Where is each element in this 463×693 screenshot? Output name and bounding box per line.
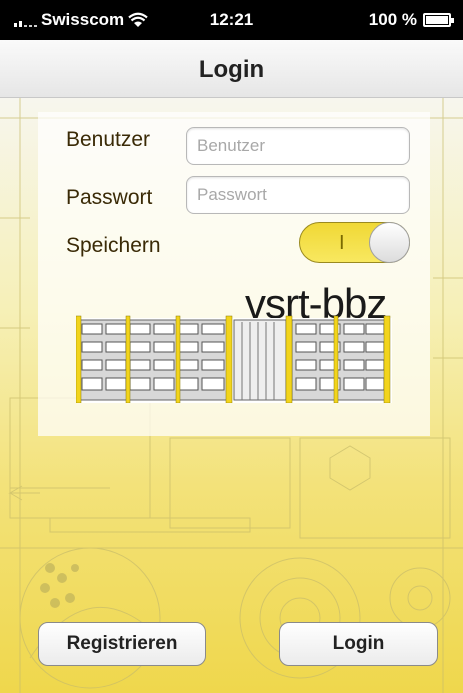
school-building-logo — [76, 315, 392, 403]
login-button[interactable]: Login — [279, 622, 438, 666]
toggle-on-mark: I — [339, 232, 345, 254]
battery-charging-icon — [423, 13, 454, 27]
navigation-bar: Login — [0, 40, 463, 98]
toggle-knob[interactable] — [369, 222, 410, 263]
remember-label: Speichern — [66, 234, 161, 257]
username-field[interactable] — [186, 127, 410, 165]
status-bar: Swisscom 12:21 100 % — [0, 0, 463, 40]
remember-toggle[interactable]: I — [299, 222, 410, 263]
status-right: 100 % — [368, 10, 454, 30]
password-field[interactable] — [186, 176, 410, 214]
battery-percent: 100 % — [368, 10, 417, 29]
register-button[interactable]: Registrieren — [38, 622, 206, 666]
page-title: Login — [198, 56, 265, 83]
username-label: Benutzer — [66, 128, 151, 151]
password-label: Passwort — [66, 186, 153, 209]
